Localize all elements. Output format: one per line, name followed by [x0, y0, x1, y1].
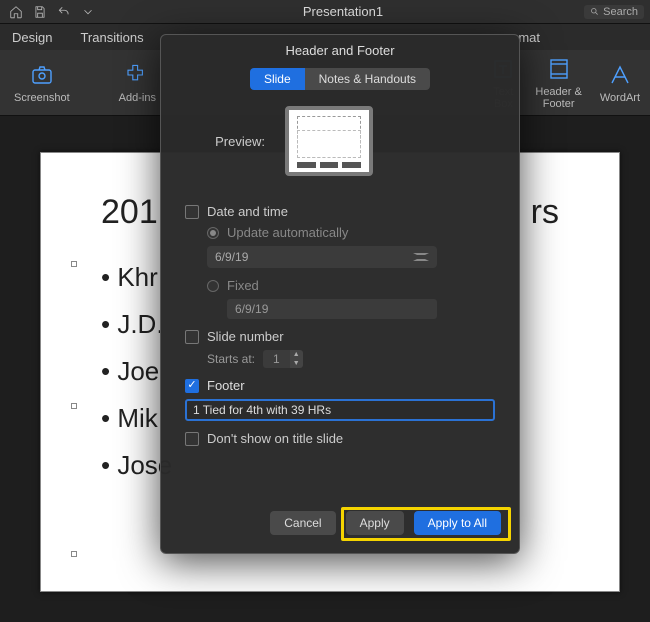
combo-auto-date[interactable]: 6/9/19	[207, 246, 437, 268]
label-slide-number: Slide number	[207, 329, 284, 344]
camera-icon	[30, 63, 54, 87]
label-date-time: Date and time	[207, 204, 288, 219]
cancel-button[interactable]: Cancel	[270, 511, 335, 535]
undo-icon[interactable]	[54, 2, 74, 22]
checkbox-date-time[interactable]	[185, 205, 199, 219]
label-update-auto: Update automatically	[227, 225, 348, 240]
header-footer-dialog: Header and Footer Slide Notes & Handouts…	[160, 34, 520, 554]
chevron-up-icon[interactable]: ▲	[290, 350, 303, 359]
tab-notes-handouts[interactable]: Notes & Handouts	[305, 68, 430, 90]
label-starts-at: Starts at:	[207, 352, 255, 366]
ribbon-screenshot-label: Screenshot	[14, 92, 70, 104]
dialog-title: Header and Footer	[161, 35, 519, 68]
radio-update-auto[interactable]	[207, 227, 219, 239]
checkbox-dont-show-title[interactable]	[185, 432, 199, 446]
tab-format-cut[interactable]: mat	[518, 30, 540, 45]
dialog-buttons: Cancel Apply Apply to All	[161, 511, 519, 553]
selection-handle[interactable]	[71, 261, 77, 267]
checkbox-slide-number[interactable]	[185, 330, 199, 344]
redo-dropdown-icon[interactable]	[78, 2, 98, 22]
search-input[interactable]: Search	[584, 5, 644, 19]
preview-thumbnail	[285, 106, 373, 176]
tab-transitions[interactable]: Transitions	[80, 30, 143, 45]
ribbon-addins-label: Add-ins	[119, 92, 156, 104]
wordart-icon	[608, 63, 632, 87]
search-placeholder: Search	[603, 6, 638, 18]
headerfooter-icon	[547, 57, 571, 81]
chevron-down-icon[interactable]: ▼	[290, 359, 303, 368]
ribbon-wordart-label: WordArt	[600, 92, 640, 104]
search-icon	[590, 6, 599, 17]
label-footer: Footer	[207, 378, 245, 393]
ribbon-addins[interactable]: Add-ins	[119, 62, 156, 104]
label-dont-show-title: Don't show on title slide	[207, 431, 343, 446]
ribbon-screenshot[interactable]: Screenshot	[14, 62, 70, 104]
ribbon-headerfooter-label: Header & Footer	[535, 86, 581, 110]
document-title: Presentation1	[102, 4, 584, 19]
selection-handle[interactable]	[71, 403, 77, 409]
save-icon[interactable]	[30, 2, 50, 22]
selection-handle[interactable]	[71, 551, 77, 557]
stepper-starts-at[interactable]: 1 ▲▼	[263, 350, 303, 368]
titlebar: Presentation1 Search	[0, 0, 650, 24]
preview-label: Preview:	[185, 134, 265, 149]
home-icon[interactable]	[6, 2, 26, 22]
checkbox-footer[interactable]	[185, 379, 199, 393]
ribbon-headerfooter[interactable]: Header & Footer	[535, 56, 581, 110]
ribbon-wordart[interactable]: WordArt	[600, 62, 640, 104]
tab-design[interactable]: Design	[12, 30, 52, 45]
radio-fixed[interactable]	[207, 280, 219, 292]
field-fixed-date[interactable]: 6/9/19	[227, 299, 437, 319]
dialog-tabs: Slide Notes & Handouts	[161, 68, 519, 90]
input-footer-text[interactable]: 1 Tied for 4th with 39 HRs	[185, 399, 495, 421]
tab-slide[interactable]: Slide	[250, 68, 305, 90]
apply-button[interactable]: Apply	[346, 511, 404, 535]
label-fixed: Fixed	[227, 278, 259, 293]
apply-all-button[interactable]: Apply to All	[414, 511, 501, 535]
addins-icon	[125, 63, 149, 87]
